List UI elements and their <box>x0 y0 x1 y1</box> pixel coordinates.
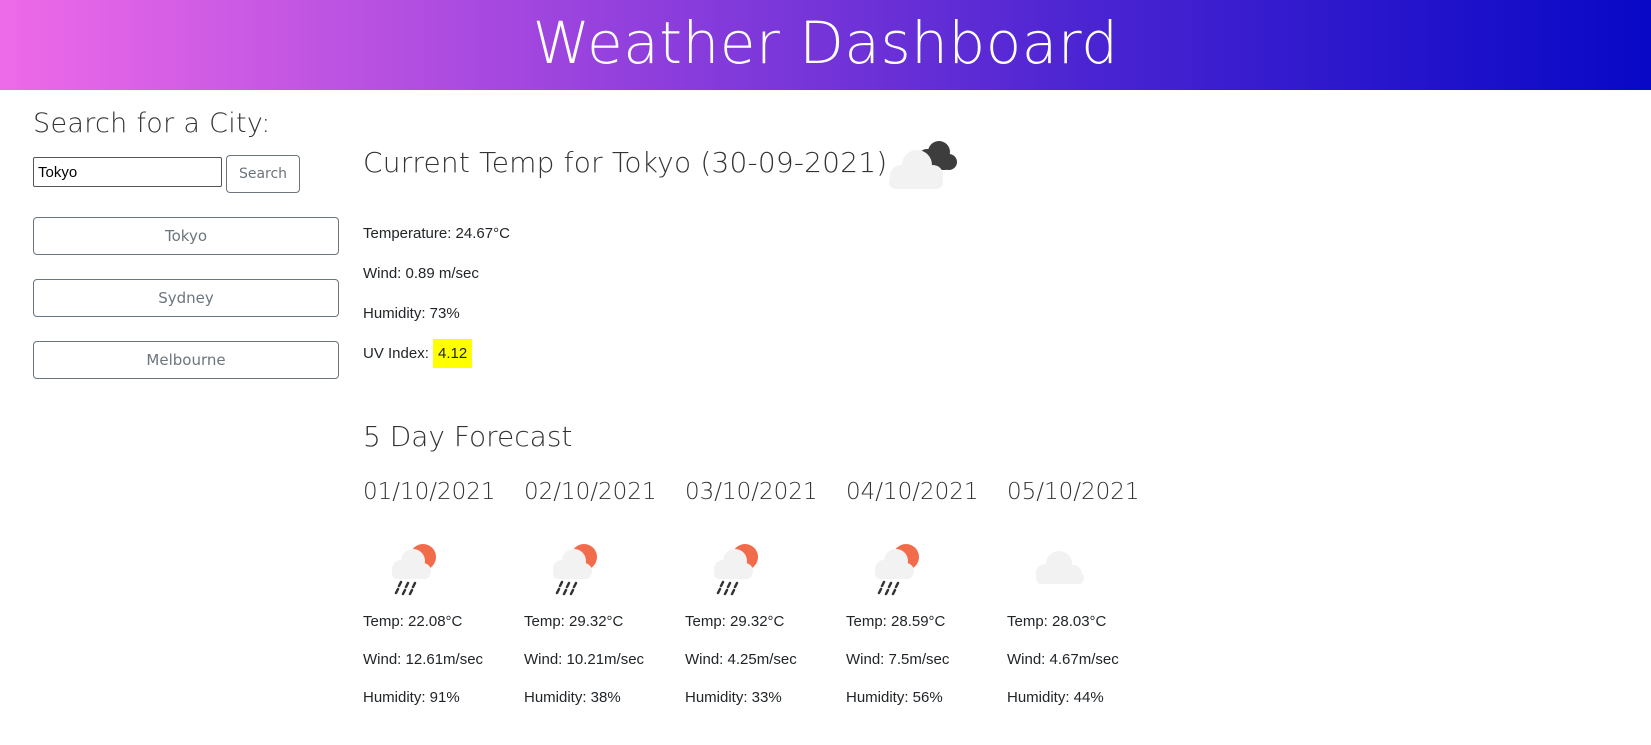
sun-rain-cloud-icon <box>875 544 919 596</box>
forecast-wind: Wind: 4.67m/sec <box>1007 651 1119 668</box>
current-title-row: Current Temp for Tokyo (30-09-2021) <box>363 138 1163 190</box>
forecast-date: 02/10/2021 <box>524 479 657 505</box>
forecast-wind: Wind: 7.5m/sec <box>846 651 950 668</box>
sidebar: Search for a City: Search Tokyo Sydney M… <box>33 108 339 379</box>
current-temperature: Temperature: 24.67°C <box>363 225 510 242</box>
header-banner: Weather Dashboard <box>0 0 1651 90</box>
forecast-day: 05/10/2021 Temp: 28.03°C Wind: 4.67m/sec… <box>1007 475 1157 725</box>
current-wind: Wind: 0.89 m/sec <box>363 265 479 282</box>
forecast-humidity: Humidity: 33% <box>685 689 782 706</box>
uv-label: UV Index: <box>363 345 429 362</box>
forecast-temp: Temp: 29.32°C <box>685 613 785 630</box>
forecast-day: 02/10/2021 Temp: 29.32°C Wind: 10.21m/se… <box>524 475 674 725</box>
sun-rain-cloud-icon <box>714 544 758 596</box>
search-history: Tokyo Sydney Melbourne <box>33 217 339 403</box>
uv-badge: 4.12 <box>433 339 473 368</box>
history-city-button[interactable]: Melbourne <box>33 341 339 379</box>
forecast-wind: Wind: 4.25m/sec <box>685 651 797 668</box>
forecast-heading: 5 Day Forecast <box>363 420 573 453</box>
search-row: Search <box>33 155 339 193</box>
forecast-day: 03/10/2021 Temp: 29.32°C Wind: 4.25m/sec… <box>685 475 835 725</box>
forecast-date: 05/10/2021 <box>1007 479 1140 505</box>
current-weather: Current Temp for Tokyo (30-09-2021) Temp… <box>363 138 1163 368</box>
cloud-icon <box>1036 551 1084 584</box>
cloudy-icon <box>889 141 957 189</box>
forecast-temp: Temp: 28.03°C <box>1007 613 1107 630</box>
search-input[interactable] <box>33 157 222 187</box>
forecast-humidity: Humidity: 91% <box>363 689 460 706</box>
current-uv-index: UV Index: 4.12 <box>363 339 473 368</box>
sun-rain-cloud-icon <box>553 544 597 596</box>
forecast-wind: Wind: 10.21m/sec <box>524 651 645 668</box>
sun-rain-cloud-icon <box>392 544 436 596</box>
forecast-day: 04/10/2021 Temp: 28.59°C Wind: 7.5m/sec … <box>846 475 996 725</box>
forecast-humidity: Humidity: 38% <box>524 689 621 706</box>
search-button[interactable]: Search <box>226 155 300 193</box>
forecast-wind: Wind: 12.61m/sec <box>363 651 484 668</box>
current-humidity: Humidity: 73% <box>363 305 460 322</box>
forecast-humidity: Humidity: 56% <box>846 689 943 706</box>
forecast-day: 01/10/2021 Temp: 22.08°C Wind: 12.61m/se… <box>363 475 513 725</box>
current-weather-title: Current Temp for Tokyo (30-09-2021) <box>363 146 888 179</box>
page-title: Weather Dashboard <box>532 9 1119 77</box>
forecast-date: 03/10/2021 <box>685 479 818 505</box>
history-city-button[interactable]: Sydney <box>33 279 339 317</box>
history-city-button[interactable]: Tokyo <box>33 217 339 255</box>
forecast-row: 01/10/2021 Temp: 22.08°C Wind: 12.61m/se… <box>363 475 1183 725</box>
forecast-date: 01/10/2021 <box>363 479 496 505</box>
forecast-humidity: Humidity: 44% <box>1007 689 1104 706</box>
search-heading: Search for a City: <box>33 108 271 139</box>
forecast-date: 04/10/2021 <box>846 479 979 505</box>
forecast-temp: Temp: 29.32°C <box>524 613 624 630</box>
forecast-temp: Temp: 28.59°C <box>846 613 946 630</box>
forecast-temp: Temp: 22.08°C <box>363 613 463 630</box>
